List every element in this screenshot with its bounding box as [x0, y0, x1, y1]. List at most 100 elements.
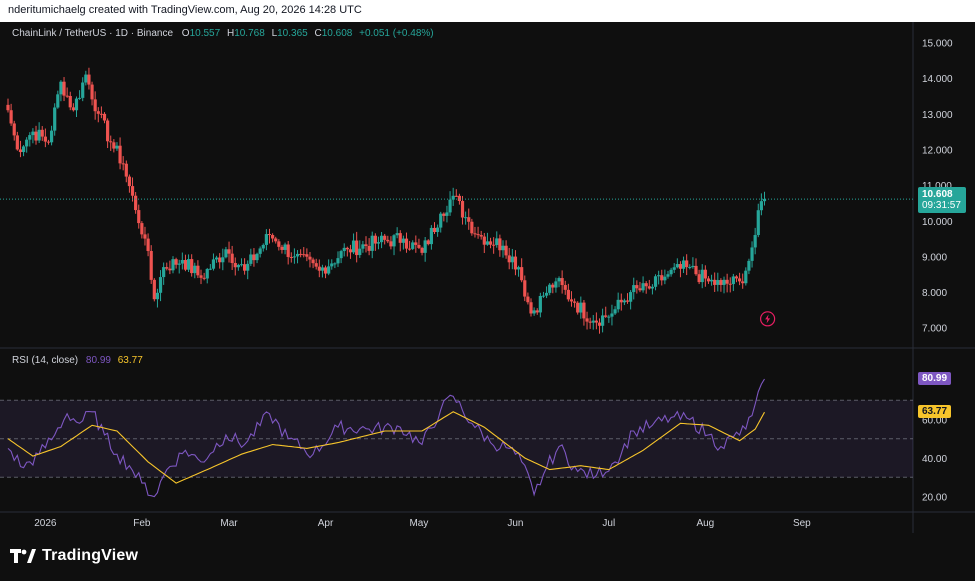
time-tick-label: 2026	[34, 518, 57, 529]
candle-body	[264, 234, 268, 245]
candle-body	[722, 279, 726, 285]
candle-body	[420, 247, 424, 253]
candle-body	[162, 267, 166, 278]
candle-body	[498, 238, 502, 251]
candle-body	[622, 300, 627, 303]
candle-body	[650, 286, 655, 289]
high-value: 10.768	[234, 28, 265, 39]
brand-name: TradingView	[42, 547, 139, 564]
time-tick-label: Sep	[793, 518, 811, 529]
chart-canvas[interactable]: 15.00014.00013.00012.00011.00010.0009.00…	[0, 22, 975, 533]
candle-body	[582, 302, 586, 319]
candle-body	[239, 264, 244, 266]
candle-body	[323, 267, 328, 274]
candle-body	[728, 283, 732, 285]
tradingview-logo-icon	[10, 549, 36, 563]
candle-body	[168, 268, 172, 271]
candle-body	[230, 253, 234, 263]
candle-body	[370, 235, 374, 251]
candle-body	[576, 302, 580, 313]
candle-body	[619, 299, 623, 303]
candle-body	[566, 289, 570, 300]
brand-logo[interactable]: TradingView	[10, 547, 138, 565]
candle-body	[442, 213, 446, 216]
time-tick-label: May	[409, 518, 428, 529]
candle-body	[137, 210, 141, 224]
candle-body	[666, 274, 670, 277]
candle-body	[295, 253, 300, 257]
candle-body	[688, 266, 692, 268]
candle-body	[747, 260, 751, 271]
candle-body	[102, 113, 107, 121]
candle-body	[258, 248, 262, 254]
candle-body	[49, 130, 54, 143]
candle-body	[672, 267, 676, 270]
candle-body	[87, 74, 91, 85]
rsi-ma-legend-value: 63.77	[117, 355, 143, 366]
candle-body	[392, 235, 396, 247]
candle-body	[560, 278, 564, 286]
candle-body	[411, 242, 415, 249]
price-tick-label: 7.000	[922, 324, 947, 335]
rsi-ma-tag: 63.77	[918, 405, 952, 419]
price-tick-label: 15.000	[922, 38, 953, 49]
candle-body	[756, 210, 760, 236]
candle-body	[529, 302, 533, 314]
candle-body	[180, 259, 184, 264]
candle-body	[202, 277, 206, 279]
candle-body	[535, 310, 539, 313]
candle-body	[78, 97, 82, 99]
candle-body	[134, 195, 138, 211]
candle-body	[526, 296, 530, 303]
candle-body	[246, 263, 250, 271]
chart-pane[interactable]: 15.00014.00013.00012.00011.00010.0009.00…	[0, 22, 975, 533]
candle-body	[373, 235, 377, 244]
candle-body	[744, 270, 748, 284]
candle-body	[675, 264, 679, 268]
credit-text: nderitumichaelg created with TradingView…	[8, 4, 362, 16]
candle-body	[644, 283, 648, 287]
candle-body	[492, 244, 496, 246]
candle-body	[193, 265, 197, 274]
candle-body	[242, 264, 247, 271]
candle-body	[199, 275, 203, 278]
candle-body	[467, 217, 471, 222]
candle-body	[190, 259, 194, 274]
candle-body	[750, 247, 754, 261]
candle-body	[386, 239, 390, 242]
candle-body	[155, 292, 160, 300]
candle-body	[106, 120, 110, 142]
time-tick-label: Apr	[318, 518, 334, 529]
candle-body	[691, 265, 695, 267]
candle-body	[476, 234, 480, 236]
candle-body	[177, 263, 181, 265]
candle-body	[383, 235, 387, 240]
rsi-title: RSI (14, close)	[12, 355, 79, 366]
candle-body	[641, 283, 645, 291]
time-tick-label: Mar	[220, 518, 238, 529]
candle-body	[759, 201, 763, 211]
candle-body	[532, 310, 536, 314]
price-tick-label: 13.000	[922, 110, 953, 121]
candle-body	[271, 235, 275, 239]
candle-body	[432, 227, 437, 233]
candle-body	[700, 269, 704, 283]
candle-body	[479, 235, 483, 237]
candle-body	[569, 299, 574, 302]
candle-body	[588, 321, 592, 323]
candle-body	[501, 245, 505, 251]
candle-body	[395, 233, 399, 236]
candle-body	[56, 94, 60, 108]
candle-body	[9, 110, 13, 124]
price-tick-label: 10.000	[922, 217, 953, 228]
candle-body	[152, 279, 156, 300]
candle-body	[657, 275, 661, 277]
candle-body	[548, 284, 552, 293]
candle-body	[43, 136, 47, 142]
candle-body	[554, 281, 558, 288]
credit-bar: nderitumichaelg created with TradingView…	[0, 0, 975, 22]
candle-body	[261, 244, 265, 249]
price-tick-label: 12.000	[922, 145, 953, 156]
candle-body	[678, 264, 683, 269]
candle-body	[336, 258, 340, 264]
